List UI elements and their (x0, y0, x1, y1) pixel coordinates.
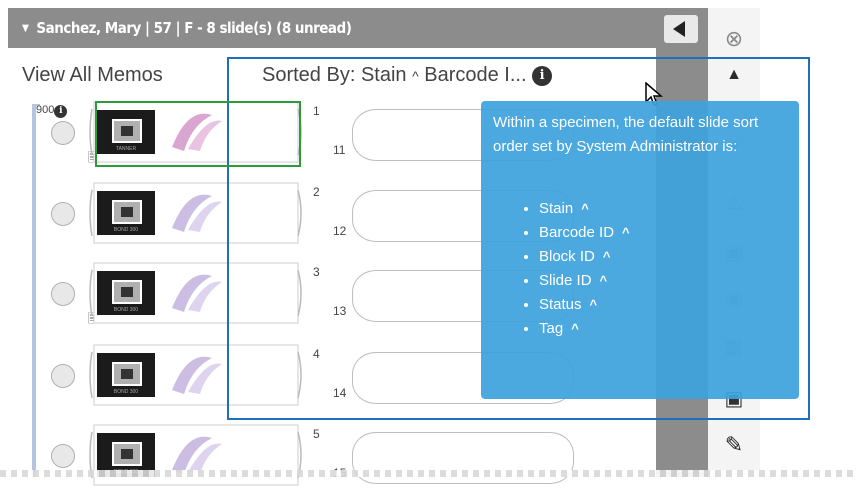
slide-barcode-label: TANNER (97, 110, 155, 154)
slide-label-text: BOND 300 (113, 307, 139, 313)
slide-number: 1 (313, 104, 320, 118)
slide-select-radio[interactable] (51, 444, 75, 468)
slide-barcode-label: BOND 300 (97, 191, 155, 235)
case-header[interactable]: ▼ Sanchez, Mary | 57 | F - 8 slide(s) (8… (8, 8, 656, 48)
qr-code-icon (112, 200, 142, 224)
panel-collapse-button[interactable] (656, 8, 708, 48)
slide-number-secondary: 12 (333, 224, 347, 238)
qr-code-icon (112, 119, 142, 143)
qr-code-icon (112, 280, 142, 304)
view-all-memos-link[interactable]: View All Memos (22, 64, 163, 87)
sort-secondary[interactable]: Barcode I... (424, 64, 526, 86)
slide-number-secondary: 13 (333, 304, 347, 318)
sort-label: Sorted By: (262, 64, 356, 86)
slide-number: 5 (313, 427, 320, 441)
tooltip-intro: Within a specimen, the default slide sor… (493, 114, 759, 155)
tooltip-item: Tag^ (539, 317, 630, 341)
slide-number: 2 (313, 185, 320, 199)
slide-barcode-label: BOND 300 (97, 271, 155, 315)
info-icon[interactable]: i (532, 66, 553, 86)
sort-order-tooltip: Within a specimen, the default slide sor… (481, 101, 799, 399)
tooltip-item: Status^ (539, 293, 630, 317)
slide-label-text: TANNER (115, 146, 137, 152)
slide-select-radio[interactable] (51, 121, 75, 145)
slide-row[interactable]: BOND 300 5 15 (0, 424, 660, 494)
slide-number-secondary: 14 (333, 386, 347, 400)
tooltip-item: Barcode ID^ (539, 221, 630, 245)
slide-select-radio[interactable] (51, 202, 75, 226)
slide-barcode-label: BOND 300 (97, 353, 155, 397)
tooltip-item: Block ID^ (539, 245, 630, 269)
slide-select-radio[interactable] (51, 364, 75, 388)
qr-code-icon (112, 442, 142, 466)
slide-number: 4 (313, 347, 320, 361)
slide-label-text: BOND 300 (113, 227, 139, 233)
slide-select-radio[interactable] (51, 282, 75, 306)
pencil-icon[interactable]: ✎ (708, 432, 760, 458)
case-header-title: Sanchez, Mary | 57 | F - 8 slide(s) (8 u… (36, 19, 352, 37)
torn-edge (0, 470, 857, 477)
slide-number-secondary: 11 (333, 143, 346, 157)
qr-code-icon (112, 362, 142, 386)
sort-caret-icon[interactable]: ^ (412, 68, 419, 84)
arrow-left-icon (673, 21, 685, 37)
slide-number: 3 (313, 265, 320, 279)
slide-label-text: BOND 300 (113, 389, 139, 395)
collapse-caret-icon[interactable]: ▼ (22, 23, 29, 34)
sort-bar: Sorted By: Stain ^ Barcode I... i (262, 64, 553, 87)
tooltip-item: Slide ID^ (539, 269, 630, 293)
sort-primary[interactable]: Stain (361, 64, 407, 86)
tooltip-list: Stain^ Barcode ID^ Block ID^ Slide ID^ S… (505, 197, 630, 341)
close-icon[interactable]: ⊗ (708, 26, 760, 52)
sort-up-icon[interactable]: ▲ (708, 66, 760, 84)
tooltip-item: Stain^ (539, 197, 630, 221)
